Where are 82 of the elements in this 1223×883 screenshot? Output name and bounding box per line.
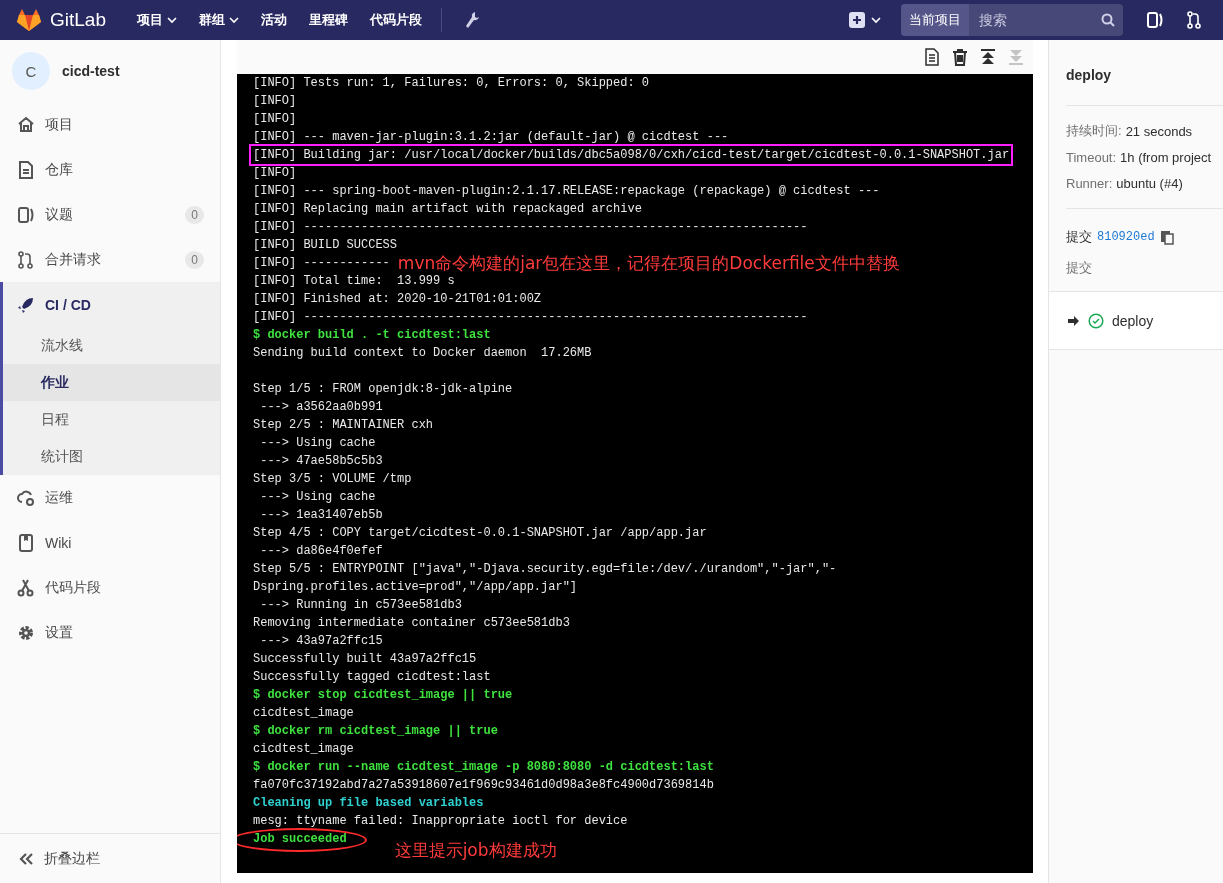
nav-menu-item[interactable]: 活动 [252, 5, 296, 35]
info-label: 持续时间: [1066, 122, 1122, 140]
log-line: fa070fc37192abd7a27a53918607e1f969c93461d0d98a3e8fc4900d7369814b [253, 777, 714, 794]
info-value: 21 seconds [1125, 123, 1193, 139]
log-line: ---> Running in c573ee581db3 [259, 597, 462, 614]
log-line: [INFO] Replacing main artifact with repackaged archive [253, 201, 642, 218]
log-line: [INFO] ---------------------------------------------------------------------- [253, 309, 808, 326]
log-line: Step 5/5 : ENTRYPOINT ["java","-Djava.security.egd=file:/dev/./urandom","-jar","- [253, 561, 837, 578]
log-line: [INFO] Tests run: 1, Failures: 0, Errors: 0, Skipped: 0 [253, 75, 650, 92]
log-line: Successfully tagged cicdtest:last [253, 669, 491, 686]
commit-link[interactable]: 810920ed [1097, 230, 1155, 244]
job-title: deploy [1066, 40, 1223, 106]
sidebar-item[interactable]: 议题 0 [0, 192, 220, 237]
sidebar-item[interactable]: CI / CD [3, 282, 220, 327]
sidebar-item[interactable]: 代码片段 [0, 565, 220, 610]
sidebar-item[interactable]: 项目 [0, 102, 220, 147]
sidebar-item[interactable]: 运维 [0, 475, 220, 520]
sidebar-item[interactable]: Wiki [0, 520, 220, 565]
sidebar-item[interactable]: 设置 [0, 610, 220, 655]
job-item[interactable]: deploy [1049, 292, 1223, 350]
nav-menu-item[interactable]: 群组 [190, 5, 248, 35]
info-label: Timeout: [1066, 149, 1117, 165]
log-line: ---> a3562aa0b991 [259, 399, 383, 416]
info-value: 1h (from project [1120, 149, 1212, 165]
sidebar-subitem[interactable]: 作业 [3, 364, 220, 401]
log-line: Dspring.profiles.active=prod","/app/app.jar"] [253, 579, 578, 596]
brand-name[interactable]: GitLab [50, 9, 106, 31]
search-field[interactable]: 搜索 [977, 11, 1101, 29]
log-line: ---> Using cache [259, 489, 376, 506]
log-line: [INFO] [253, 111, 297, 128]
log-line: ---> 47ae58b5c5b3 [259, 453, 383, 470]
count-badge: 0 [185, 205, 204, 224]
sidebar-subitem[interactable]: 日程 [3, 401, 220, 438]
search-bar[interactable]: 当前项目 搜索 [901, 4, 1123, 36]
project-avatar[interactable]: C [12, 52, 50, 90]
log-line: Cleaning up file based variables [253, 795, 484, 812]
log-line: ---> Using cache [259, 435, 376, 452]
sidebar-item[interactable]: 合并请求 0 [0, 237, 220, 282]
log-line: Step 3/5 : VOLUME /tmp [253, 471, 412, 488]
log-line: Job succeeded [253, 832, 347, 846]
log-line: $ docker stop cicdtest_image || true [253, 687, 513, 704]
log-line: [INFO] [253, 93, 297, 110]
log-line: [INFO] ------------ [253, 255, 390, 272]
sidebar-subitem[interactable]: 统计图 [3, 438, 220, 475]
count-badge: 0 [185, 250, 204, 269]
log-line: [INFO] Finished at: 2020-10-21T01:01:00Z [253, 291, 542, 308]
annotation-text: mvn命令构建的jar包在这里，记得在项目的Dockerfile文件中替换 [397, 254, 900, 272]
log-line: $ docker run --name cicdtest_image -p 8080:8080 -d cicdtest:last [253, 759, 714, 776]
info-label: Runner: [1066, 175, 1113, 191]
info-value: ubuntu (#4) [1116, 175, 1183, 191]
log-line: Step 4/5 : COPY target/cicdtest-0.0.1-SNAPSHOT.jar /app/app.jar [253, 525, 707, 542]
sidebar-item[interactable]: 仓库 [0, 147, 220, 192]
log-line: ---> da86e4f0efef [259, 543, 383, 560]
nav-menu-item[interactable]: 里程碑 [300, 5, 357, 35]
log-line: ---> 43a97a2ffc15 [259, 633, 383, 650]
log-line: [INFO] ---------------------------------------------------------------------- [253, 219, 808, 236]
commit-title: 提交 [1066, 259, 1093, 277]
scope-button[interactable]: 当前项目 [901, 4, 969, 36]
log-line: [INFO] --- spring-boot-maven-plugin:2.1.17.RELEASE:repackage (repackage) @ cicdtest --- [253, 183, 880, 200]
log-line: [INFO] Total time: 13.999 s [253, 273, 455, 290]
log-line: Successfully built 43a97a2ffc15 [253, 651, 477, 668]
log-line: mesg: ttyname failed: Inappropriate ioctl for device [253, 813, 628, 830]
log-line: $ docker rm cicdtest_image || true [253, 723, 498, 740]
log-line: Removing intermediate container c573ee581db3 [253, 615, 570, 632]
log-line: [INFO] --- maven-jar-plugin:3.1.2:jar (default-jar) @ cicdtest --- [253, 129, 729, 146]
collapse-sidebar-button[interactable]: 折叠边栏 [0, 833, 220, 883]
nav-menu-item[interactable]: 项目 [128, 5, 186, 35]
log-line: ---> 1ea31407eb5b [259, 507, 383, 524]
annotation-text: 这里提示job构建成功 [394, 841, 557, 859]
nav-menu-item[interactable]: 代码片段 [361, 5, 431, 35]
log-line: cicdtest_image [253, 741, 354, 758]
log-line: [INFO] BUILD SUCCESS [253, 237, 398, 254]
log-line: cicdtest_image [253, 705, 354, 722]
log-line: Step 2/5 : MAINTAINER cxh [253, 417, 434, 434]
log-line: Step 1/5 : FROM openjdk:8-jdk-alpine [253, 381, 513, 398]
log-line: [INFO] [253, 165, 297, 182]
log-line: [INFO] Building jar: /usr/local/docker/builds/dbc5a098/0/cxh/cicd-test/target/cicdtest-0.0.1-SNAPSHOT.jar [253, 147, 1010, 164]
project-name[interactable]: cicd-test [62, 63, 120, 79]
sidebar-subitem[interactable]: 流水线 [3, 327, 220, 364]
log-line: $ docker build . -t cicdtest:last [253, 327, 491, 344]
log-line: Sending build context to Docker daemon 17.26MB [253, 345, 592, 362]
commit-label: 提交 [1066, 228, 1092, 246]
